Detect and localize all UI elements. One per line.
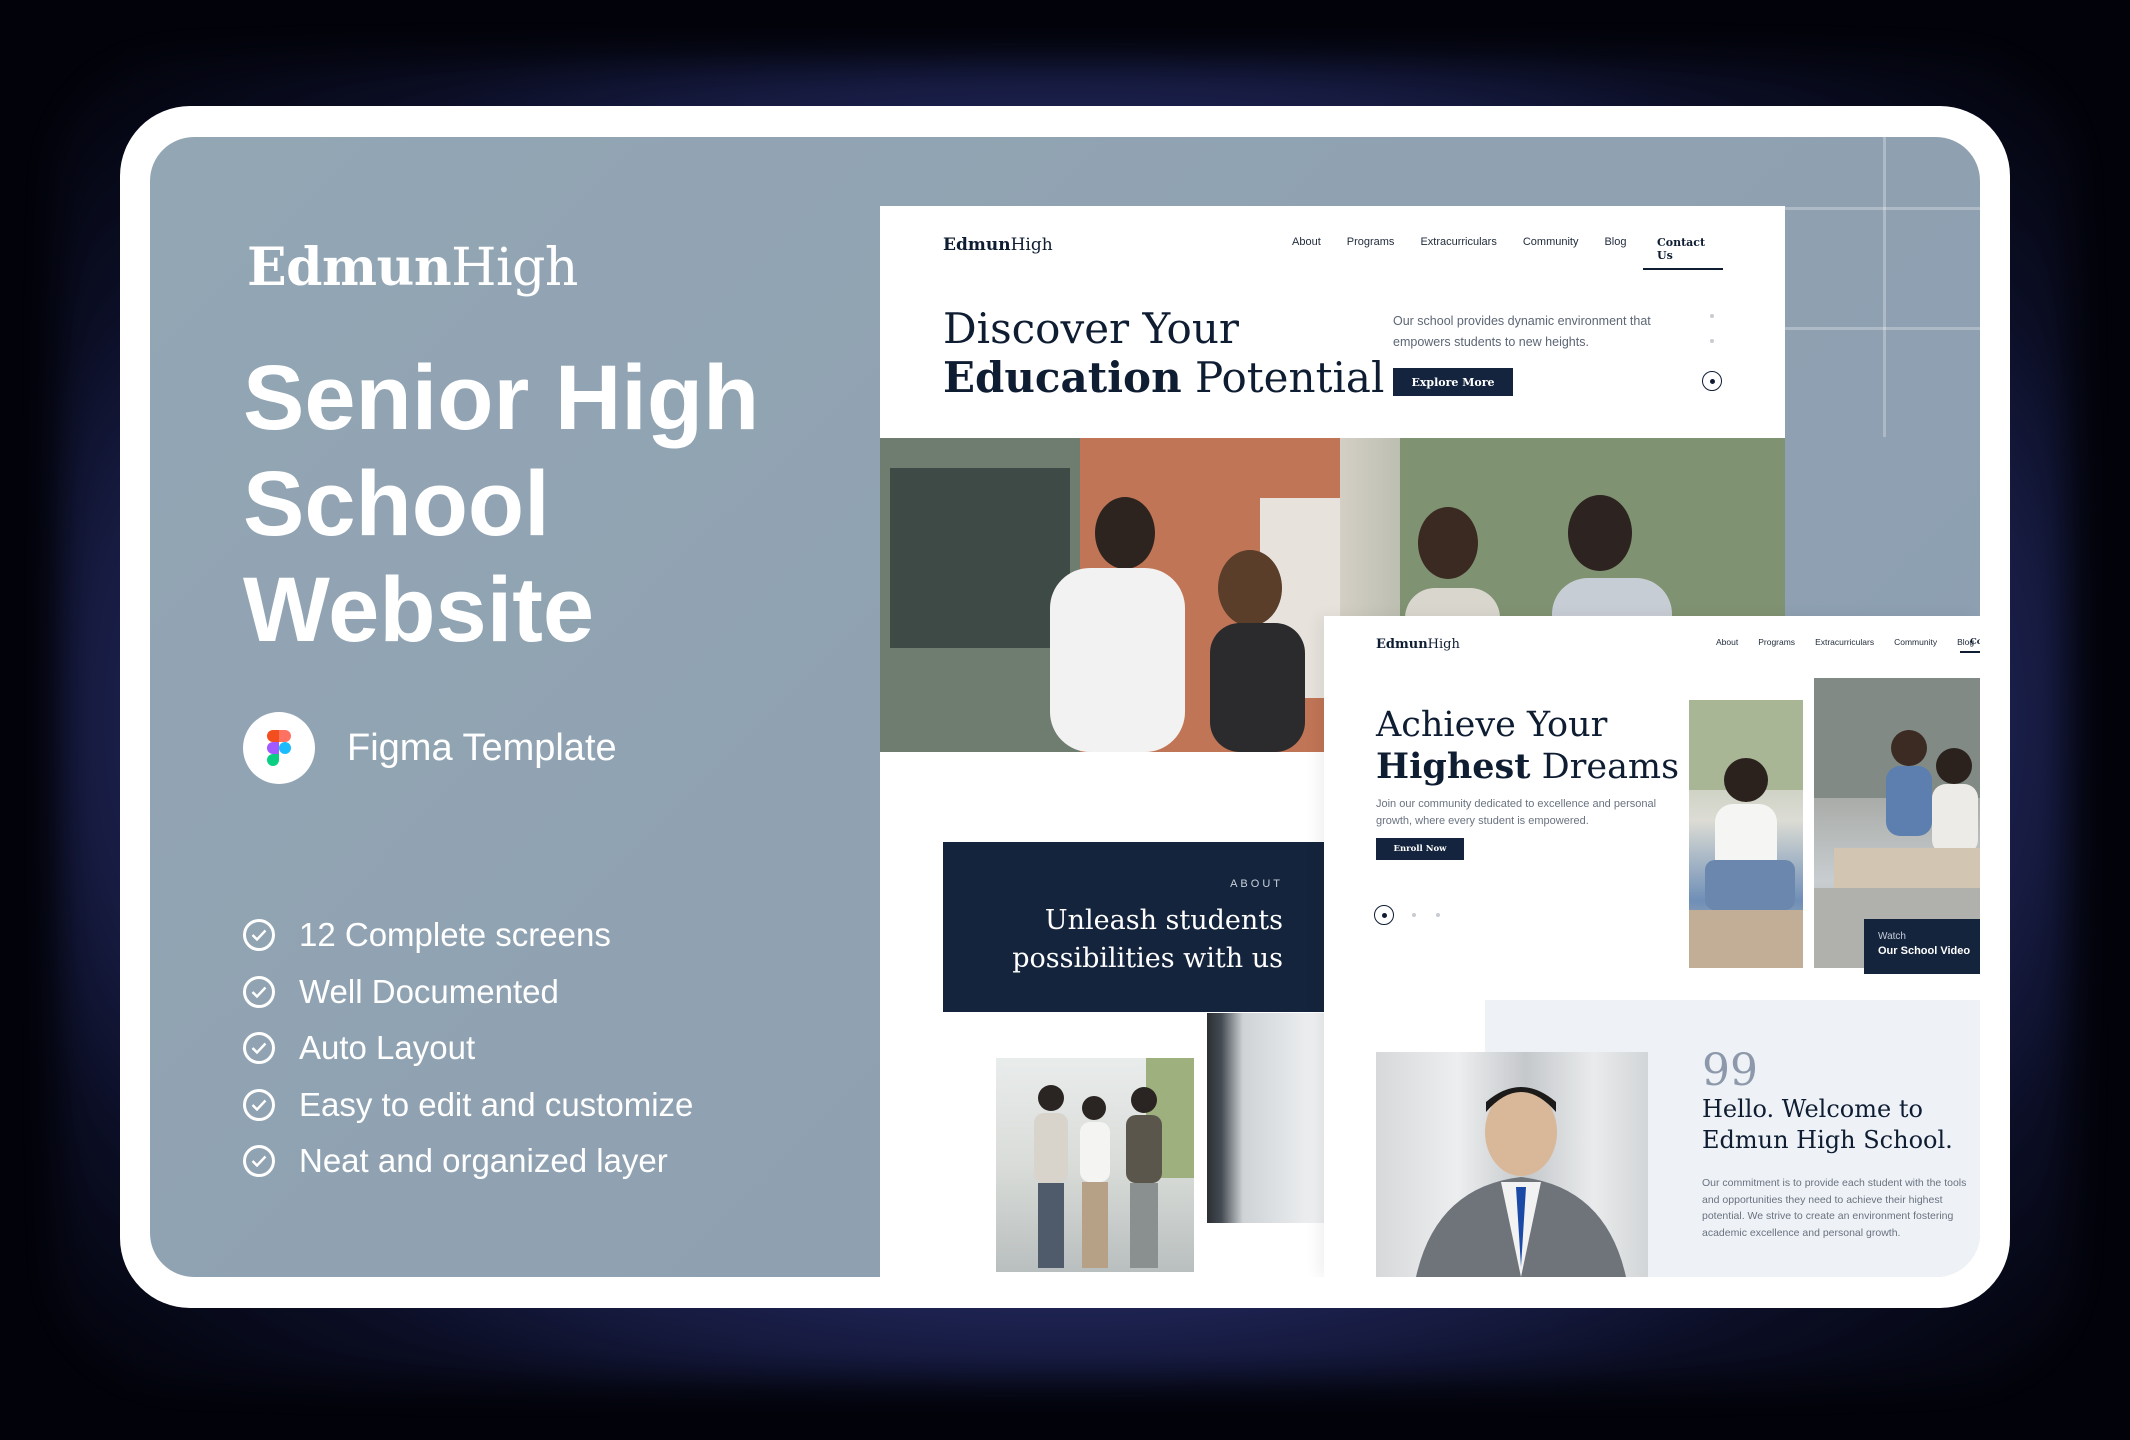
contact-us-link[interactable]: Co: [1960, 633, 1980, 653]
feature-list: 12 Complete screens Well Documented Auto…: [243, 907, 693, 1190]
list-item: Neat and organized layer: [243, 1133, 693, 1190]
nav-item-programs[interactable]: Programs: [1347, 236, 1395, 248]
page-title: Senior High School Website: [243, 347, 760, 661]
hero-description: Our school provides dynamic environment …: [1393, 314, 1651, 349]
slider-dot[interactable]: [1710, 339, 1714, 343]
nav-item-blog[interactable]: Blog: [1604, 236, 1626, 248]
welcome-description: Our commitment is to provide each studen…: [1702, 1177, 1967, 1239]
watch-label: Watch: [1878, 931, 1906, 942]
nav-item-extracurriculars[interactable]: Extracurriculars: [1420, 236, 1496, 248]
nav-logo-light: High: [1427, 636, 1460, 652]
nav-item-about[interactable]: About: [1292, 236, 1321, 248]
feature-label: Neat and organized layer: [299, 1142, 668, 1180]
preview-panel: EdmunHigh Senior High School Website Fig…: [150, 137, 1980, 1277]
brand-bold: Edmun: [247, 237, 452, 298]
navbar: EdmunHigh About Programs Extracurricular…: [1376, 633, 1980, 655]
deco-line: [1783, 207, 1980, 210]
slider-dot-active[interactable]: [1702, 371, 1722, 391]
brand-light: High: [451, 238, 578, 298]
contact-us-link[interactable]: Contact Us: [1643, 230, 1723, 270]
nav-logo-light: High: [1010, 235, 1053, 255]
nav-logo[interactable]: EdmunHigh: [1376, 637, 1460, 652]
principal-photo: [1376, 1052, 1648, 1277]
hero-title-line1: Discover Your: [943, 304, 1239, 353]
brand-logo: EdmunHigh: [247, 237, 578, 298]
nav-logo-bold: Edmun: [1376, 636, 1428, 652]
check-circle-icon: [243, 1088, 275, 1121]
nav-logo-bold: Edmun: [943, 235, 1011, 255]
mockup-screen-alt: EdmunHigh About Programs Extracurricular…: [1324, 616, 1980, 1277]
enroll-now-button[interactable]: Enroll Now: [1376, 838, 1464, 860]
welcome-title: Hello. Welcome to Edmun High School.: [1702, 1095, 1953, 1154]
check-circle-icon: [243, 919, 275, 952]
nav-item-community[interactable]: Community: [1894, 637, 1937, 647]
figma-icon: [243, 712, 315, 784]
figma-template-label: Figma Template: [347, 726, 617, 769]
hero-title-bold: Highest: [1376, 746, 1531, 787]
slider-dot-active[interactable]: [1374, 905, 1394, 925]
students-walking-photo: [996, 1058, 1194, 1272]
watch-video-button[interactable]: Watch Our School Video: [1864, 919, 1980, 974]
slider-dot[interactable]: [1436, 913, 1440, 917]
video-label: Our School Video: [1878, 945, 1971, 957]
about-title: Unleash students possibilities with us: [1012, 905, 1283, 974]
slider-dot[interactable]: [1710, 314, 1714, 318]
hero-title: Discover Your Education Potential: [943, 304, 1384, 402]
hero-title-bold: Education: [943, 353, 1182, 402]
hero-title-rest: Potential: [1181, 353, 1385, 402]
about-section: ABOUT Unleash students possibilities wit…: [943, 842, 1328, 1012]
check-circle-icon: [243, 1032, 275, 1065]
student-reading-photo: [1689, 700, 1803, 968]
check-circle-icon: [243, 975, 275, 1008]
deco-line: [1883, 137, 1886, 437]
hero-title: Achieve Your Highest Dreams: [1376, 705, 1679, 788]
nav-item-extracurriculars[interactable]: Extracurriculars: [1815, 637, 1874, 647]
hero-description: Join our community dedicated to excellen…: [1376, 798, 1657, 827]
feature-label: Easy to edit and customize: [299, 1085, 694, 1123]
figma-template-row: Figma Template: [243, 712, 617, 784]
nav-logo[interactable]: EdmunHigh: [943, 235, 1053, 255]
nav-item-community[interactable]: Community: [1523, 236, 1579, 248]
hero-title-rest: Dreams: [1530, 747, 1680, 787]
list-item: Easy to edit and customize: [243, 1077, 693, 1134]
explore-more-button[interactable]: Explore More: [1393, 368, 1513, 396]
check-circle-icon: [243, 1145, 275, 1178]
quote-icon: 99: [1702, 1045, 1758, 1096]
nav-item-about[interactable]: About: [1716, 637, 1738, 647]
feature-label: Auto Layout: [299, 1029, 476, 1067]
deco-line: [1783, 327, 1980, 330]
list-item: Auto Layout: [243, 1020, 693, 1077]
nav-item-programs[interactable]: Programs: [1758, 637, 1795, 647]
hero-title-line1: Achieve Your: [1376, 705, 1608, 745]
feature-label: Well Documented: [299, 972, 559, 1010]
slider-dot[interactable]: [1412, 913, 1416, 917]
feature-label: 12 Complete screens: [299, 916, 611, 954]
list-item: Well Documented: [243, 964, 693, 1021]
about-kicker: ABOUT: [1230, 878, 1283, 890]
navbar: EdmunHigh About Programs Extracurricular…: [943, 230, 1723, 270]
list-item: 12 Complete screens: [243, 907, 693, 964]
